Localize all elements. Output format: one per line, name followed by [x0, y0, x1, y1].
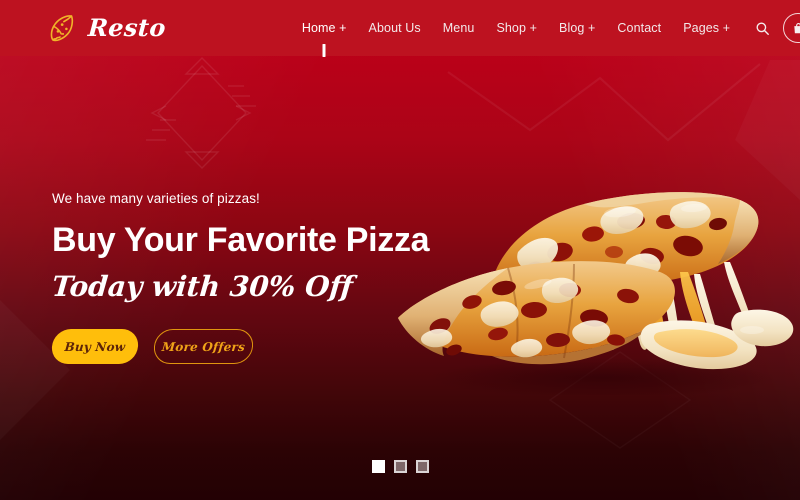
- slider-dot-1[interactable]: [371, 460, 385, 473]
- slider-pagination: [0, 460, 800, 473]
- pizza-slice-icon: [50, 15, 74, 42]
- active-nav-indicator: [322, 43, 326, 57]
- header-tools: 0: [755, 13, 800, 43]
- site-header: Resto Home + About Us Menu Shop + Blog +…: [0, 0, 800, 57]
- nav-item-home-label: Home +: [301, 20, 347, 35]
- hero-title: Buy Your Favorite Pizza: [52, 220, 430, 259]
- search-button[interactable]: [755, 21, 770, 36]
- slider-dot-2[interactable]: [393, 460, 407, 473]
- search-icon: [756, 22, 770, 35]
- buy-now-button-label: Buy Now: [64, 339, 126, 353]
- nav-item-contact[interactable]: Contact: [606, 22, 672, 35]
- logo[interactable]: Resto: [46, 11, 167, 45]
- more-offers-button[interactable]: More Offers: [152, 328, 255, 364]
- nav-item-pages[interactable]: Pages +: [672, 22, 741, 35]
- more-offers-button-label: More Offers: [161, 339, 246, 353]
- nav-item-about-us[interactable]: About Us: [358, 22, 432, 35]
- main-navigation: Home + About Us Menu Shop + Blog + Conta…: [291, 20, 741, 57]
- shopping-bag-icon: [793, 22, 800, 33]
- nav-item-shop[interactable]: Shop +: [485, 22, 548, 35]
- buy-now-button[interactable]: Buy Now: [50, 328, 140, 364]
- nav-item-home[interactable]: Home +: [291, 20, 358, 57]
- hero-subtitle: Today with 30% Off: [50, 269, 355, 303]
- hero-page: Resto Home + About Us Menu Shop + Blog +…: [0, 0, 800, 500]
- hero-eyebrow: We have many varieties of pizzas!: [52, 191, 260, 206]
- logo-text: Resto: [87, 13, 167, 42]
- hero-content: We have many varieties of pizzas! Buy Yo…: [50, 191, 482, 364]
- nav-item-menu[interactable]: Menu: [432, 22, 486, 35]
- hero-buttons: Buy Now More Offers: [50, 328, 482, 364]
- slider-dot-3[interactable]: [415, 460, 429, 473]
- cart-button[interactable]: 0: [783, 13, 800, 43]
- nav-item-blog[interactable]: Blog +: [548, 22, 606, 35]
